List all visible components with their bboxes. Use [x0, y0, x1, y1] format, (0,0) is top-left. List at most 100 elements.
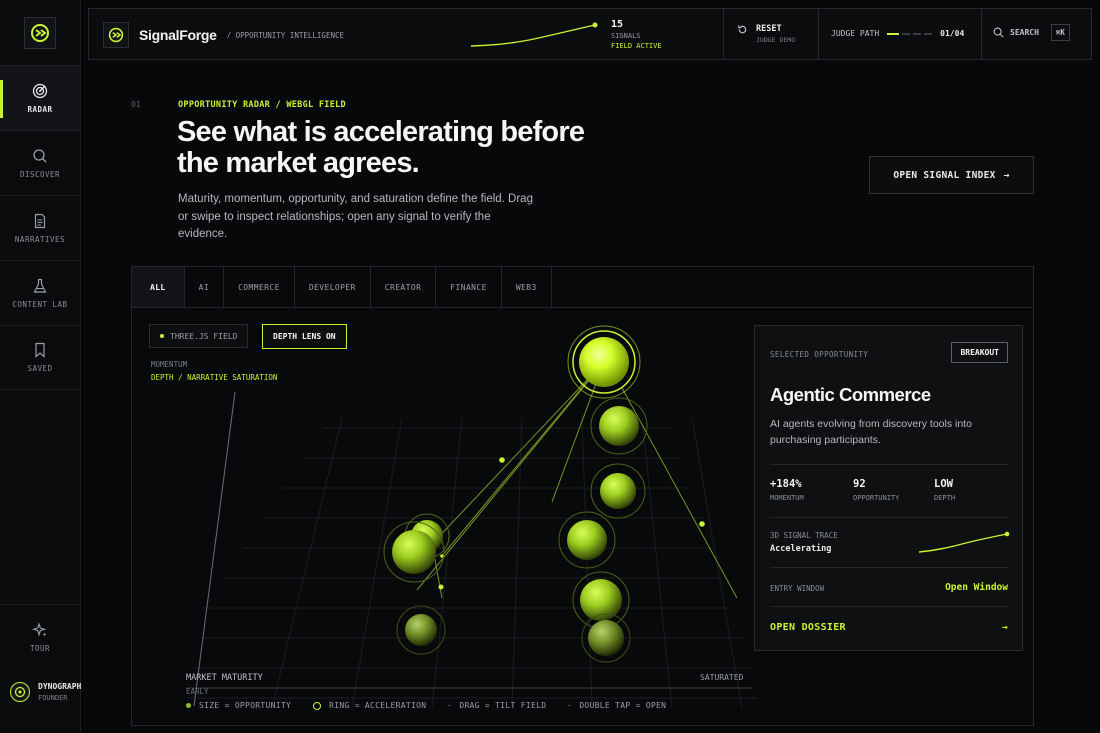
y-axis-line: [193, 391, 236, 707]
category-tabs: ALL AI COMMERCE DEVELOPER CREATOR FINANC…: [132, 267, 1033, 308]
brand-name: SignalForge: [139, 27, 217, 43]
link-node: [438, 584, 444, 590]
opportunity-description: AI agents evolving from discovery tools …: [770, 418, 972, 446]
document-icon: [34, 213, 46, 228]
tab-commerce[interactable]: COMMERCE: [224, 267, 295, 307]
selected-opportunity-card: SELECTED OPPORTUNITY BREAKOUT Agentic Co…: [754, 325, 1023, 651]
left-rail: RADAR DISCOVER NARRATIVES CONTENT LAB SA…: [0, 0, 81, 733]
ring-icon: [313, 701, 322, 710]
field-status: FIELD ACTIVE: [611, 42, 662, 50]
y-axis-label: MOMENTUM: [151, 360, 188, 369]
tab-web3[interactable]: WEB3: [502, 267, 552, 307]
reset-label: RESET: [756, 24, 782, 34]
app-logo[interactable]: [24, 17, 56, 49]
field-legend: SIZE = OPPORTUNITY RING = ACCELERATION D…: [186, 701, 666, 710]
dash-icon: [448, 705, 452, 706]
legend-drag: DRAG = TILT FIELD: [448, 701, 546, 710]
arrow-right-icon: →: [1001, 622, 1008, 633]
search-shortcut: ⌘K: [1050, 24, 1070, 41]
open-signal-index-label: OPEN SIGNAL INDEX: [893, 169, 996, 181]
signal-orb[interactable]: [590, 463, 646, 519]
trace-value: Accelerating: [770, 544, 832, 554]
search-button[interactable]: SEARCH ⌘K: [993, 24, 1070, 41]
rail-item-discover[interactable]: DISCOVER: [0, 130, 80, 195]
signal-orb[interactable]: [581, 613, 631, 663]
rail-item-narratives[interactable]: NARRATIVES: [0, 195, 80, 260]
signal-orb[interactable]: [572, 571, 630, 629]
reset-button[interactable]: RESET JUDGE DEMO: [737, 24, 795, 44]
bookmark-icon: [35, 342, 45, 358]
tab-ai[interactable]: AI: [185, 267, 225, 307]
tab-all[interactable]: ALL: [132, 267, 185, 307]
link-node: [499, 457, 505, 463]
search-label: SEARCH: [1010, 28, 1039, 37]
stat-momentum: +184% MOMENTUM: [770, 478, 804, 502]
flask-icon: [33, 278, 47, 293]
top-bar: SignalForge / OPPORTUNITY INTELLIGENCE 1…: [88, 8, 1092, 60]
threejs-field-label: THREE.JS FIELD: [170, 331, 238, 341]
x-axis-start: EARLY: [186, 687, 209, 696]
signalforge-logo-icon: [31, 24, 49, 42]
tab-finance[interactable]: FINANCE: [436, 267, 502, 307]
rail-item-tour[interactable]: TOUR: [0, 605, 80, 669]
entry-window-label: ENTRY WINDOW: [770, 584, 825, 593]
depth-lens-toggle[interactable]: DEPTH LENS ON: [262, 324, 347, 349]
signal-orb[interactable]: [396, 605, 446, 655]
user-profile[interactable]: DYNOGRAPH FOUNDER: [10, 682, 81, 702]
legend-ring: RING = ACCELERATION: [313, 701, 426, 710]
signalforge-logo-icon: [108, 27, 124, 43]
field-grid: [187, 417, 757, 709]
open-dossier-label: OPEN DOSSIER: [770, 622, 846, 633]
signal-trace-sparkline: [918, 531, 1010, 553]
arrow-right-icon: →: [1003, 169, 1010, 181]
signal-orb[interactable]: [590, 397, 648, 455]
open-dossier-button[interactable]: OPEN DOSSIER →: [770, 622, 1008, 633]
card-eyebrow: SELECTED OPPORTUNITY: [770, 350, 869, 359]
avatar: [10, 682, 30, 702]
status-dot: [160, 334, 164, 338]
divider: [818, 9, 819, 59]
rail-item-content-lab[interactable]: CONTENT LAB: [0, 260, 80, 325]
judge-path[interactable]: JUDGE PATH 01/04: [831, 29, 964, 38]
stat-value: +184%: [770, 478, 802, 490]
brand-subtitle: / OPPORTUNITY INTELLIGENCE: [226, 30, 345, 40]
signals-sparkline: [470, 22, 598, 47]
user-name: DYNOGRAPH: [38, 682, 82, 691]
open-signal-index-button[interactable]: OPEN SIGNAL INDEX →: [869, 156, 1034, 194]
brand[interactable]: SignalForge / OPPORTUNITY INTELLIGENCE: [103, 22, 344, 48]
rail-item-label: DISCOVER: [19, 169, 61, 179]
divider: [723, 9, 724, 59]
rail-item-label: SAVED: [27, 364, 53, 373]
legend-ring-label: RING = ACCELERATION: [329, 701, 427, 710]
legend-size-label: SIZE = OPPORTUNITY: [199, 701, 292, 710]
radar-panel: ALL AI COMMERCE DEVELOPER CREATOR FINANC…: [131, 266, 1034, 726]
rail-item-saved[interactable]: SAVED: [0, 325, 80, 390]
signal-links: [416, 361, 738, 599]
stat-label: OPPORTUNITY: [853, 494, 900, 502]
reset-icon: [738, 25, 747, 34]
judge-path-progress: [887, 32, 933, 35]
tab-developer[interactable]: DEVELOPER: [295, 267, 371, 307]
y-axis-sublabel: DEPTH / NARRATIVE SATURATION: [151, 373, 278, 382]
link-node: [699, 521, 705, 527]
brand-logo: [103, 22, 129, 48]
rail-item-radar[interactable]: RADAR: [0, 65, 80, 130]
divider: [770, 567, 1008, 568]
legend-tap-label: DOUBLE TAP = OPEN: [579, 701, 667, 710]
hero-lede: Maturity, momentum, opportunity, and sat…: [178, 193, 533, 240]
dot-icon: [186, 703, 191, 708]
signal-orb[interactable]: [558, 511, 616, 569]
legend-tap: DOUBLE TAP = OPEN: [568, 701, 666, 710]
legend-drag-label: DRAG = TILT FIELD: [459, 701, 547, 710]
stat-label: DEPTH: [934, 494, 956, 502]
threejs-field-chip[interactable]: THREE.JS FIELD: [149, 324, 249, 348]
rail-item-label: CONTENT LAB: [12, 299, 68, 309]
tab-creator[interactable]: CREATOR: [371, 267, 437, 307]
signal-orb-agentic-commerce[interactable]: [567, 325, 641, 399]
signal-orb[interactable]: [383, 521, 445, 583]
entry-window-value: Open Window: [945, 582, 1008, 593]
rail-item-label: TOUR: [29, 643, 51, 653]
hero-headline: See what is accelerating before the mark…: [177, 116, 585, 179]
hero-eyebrow: OPPORTUNITY RADAR / WEBGL FIELD: [178, 100, 346, 110]
rail-bottom: TOUR: [0, 604, 80, 669]
